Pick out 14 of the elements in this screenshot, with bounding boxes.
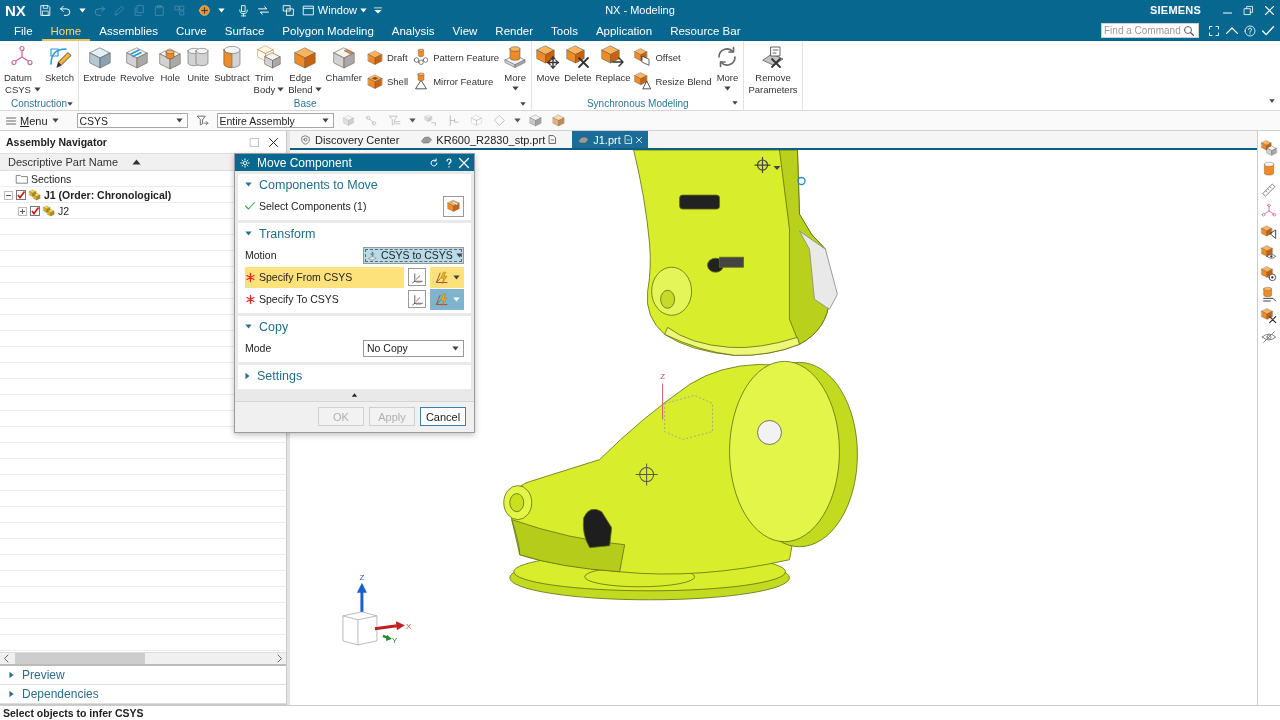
field-label: Mode <box>245 342 272 354</box>
field-label: Motion <box>245 249 277 261</box>
window-title: NX - Modeling <box>605 4 675 16</box>
axis-label: Y <box>391 635 398 645</box>
axis-label: X <box>405 621 412 631</box>
app-logo: NX <box>5 1 26 19</box>
panel-title: Assembly Navigator <box>6 136 107 148</box>
axis-label: Z <box>660 372 666 382</box>
status-message: Select objects to infer CSYS <box>3 707 144 719</box>
group-label: Base <box>293 98 317 109</box>
axis-label: Z <box>359 572 365 582</box>
group-label: Construction <box>11 98 68 109</box>
group-label: Synchronous Modeling <box>586 97 689 109</box>
brand-name: SIEMENS <box>1150 4 1201 16</box>
